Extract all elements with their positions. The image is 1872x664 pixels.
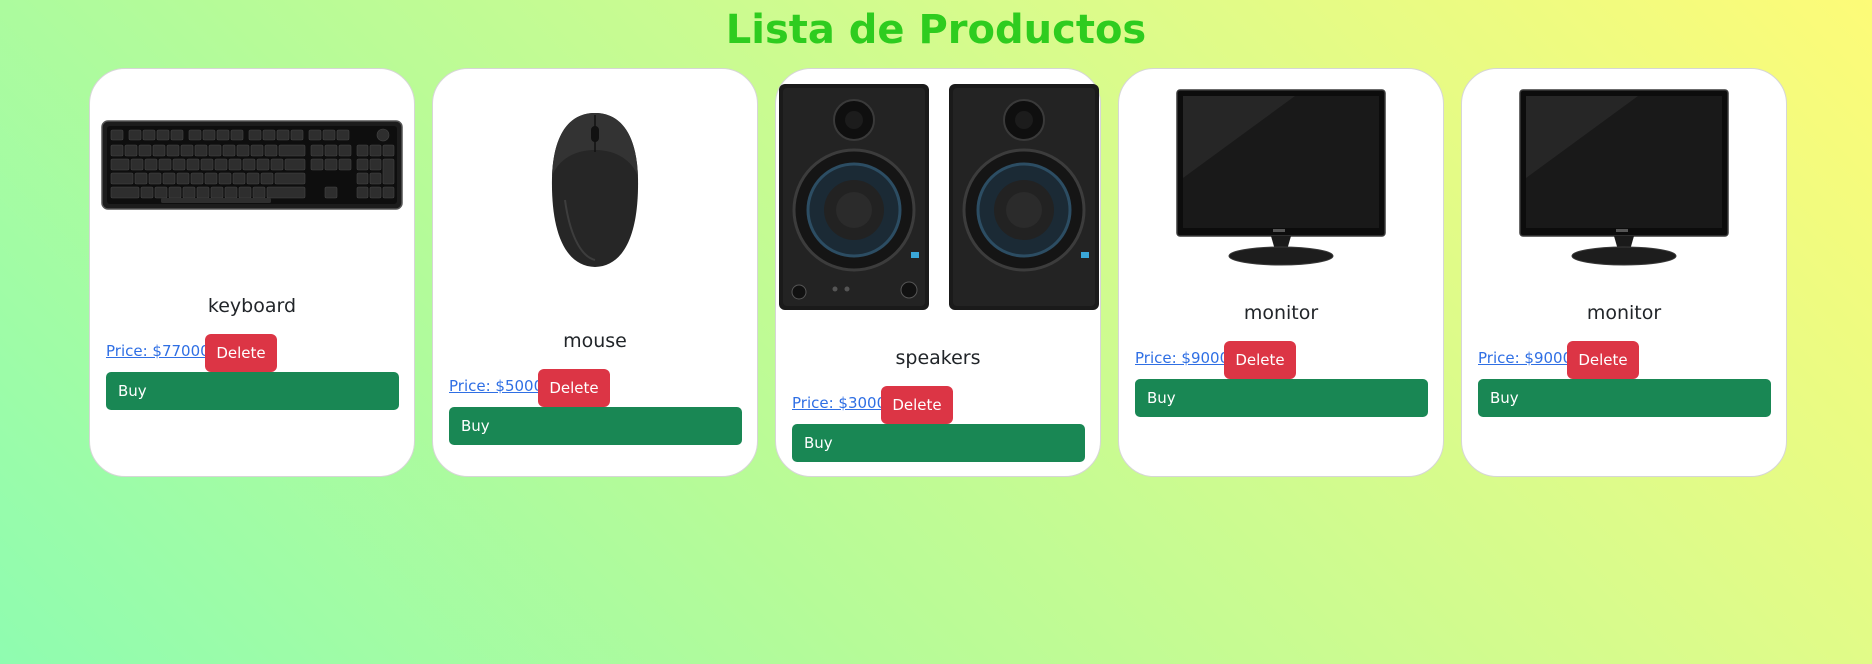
buy-button[interactable]: Buy <box>1135 379 1428 417</box>
product-card-speakers: speakers Price: $3000 Delete Buy <box>775 68 1101 477</box>
delete-button[interactable]: Delete <box>1224 341 1296 379</box>
mouse-icon <box>551 113 639 267</box>
product-image <box>1462 87 1786 269</box>
product-card-mouse: mouse Price: $5000 Delete Buy <box>432 68 758 477</box>
price-link[interactable]: Price: $9000 <box>1135 348 1229 368</box>
monitor-icon <box>1176 89 1386 266</box>
price-link[interactable]: Price: $9000 <box>1478 348 1572 368</box>
delete-button[interactable]: Delete <box>1567 341 1639 379</box>
price-link[interactable]: Price: $5000 <box>449 376 543 396</box>
delete-button[interactable]: Delete <box>205 334 277 372</box>
keyboard-icon <box>101 120 403 210</box>
page-title: Lista de Productos <box>725 7 1147 53</box>
product-image <box>1119 87 1443 269</box>
product-image <box>776 81 1100 313</box>
buy-button[interactable]: Buy <box>449 407 742 445</box>
product-image <box>433 109 757 271</box>
product-name: monitor <box>1586 302 1662 324</box>
product-name: monitor <box>1243 302 1319 324</box>
delete-button[interactable]: Delete <box>538 369 610 407</box>
price-link[interactable]: Price: $3000 <box>792 393 886 413</box>
product-image <box>90 119 414 211</box>
product-name: speakers <box>895 347 981 369</box>
buy-button[interactable]: Buy <box>106 372 399 410</box>
monitor-icon <box>1519 89 1729 266</box>
price-link[interactable]: Price: $77000 <box>106 341 210 361</box>
buy-button[interactable]: Buy <box>1478 379 1771 417</box>
product-name: mouse <box>563 330 627 352</box>
product-card-keyboard: keyboard Price: $77000 Delete Buy <box>89 68 415 477</box>
buy-button[interactable]: Buy <box>792 424 1085 462</box>
product-card-monitor: monitor Price: $9000 Delete Buy <box>1118 68 1444 477</box>
delete-button[interactable]: Delete <box>881 386 953 424</box>
product-name: keyboard <box>207 295 297 317</box>
speakers-icon <box>779 84 1099 310</box>
product-card-monitor: monitor Price: $9000 Delete Buy <box>1461 68 1787 477</box>
